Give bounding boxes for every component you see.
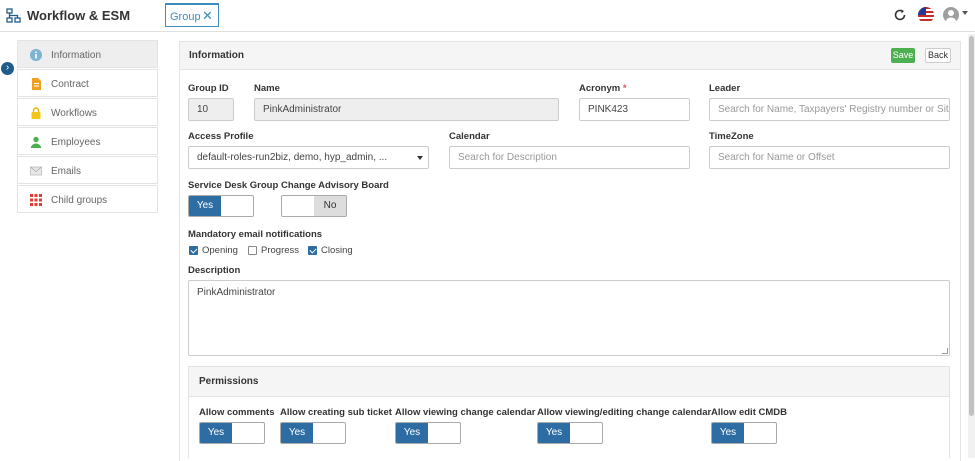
sidebar-item-label: Contract — [51, 79, 89, 90]
toggle-yes: Yes — [281, 423, 313, 443]
envelope-icon — [30, 166, 42, 176]
chevron-down-icon — [417, 156, 423, 160]
sidebar-item-emails[interactable]: Emails — [17, 156, 158, 184]
document-icon — [32, 78, 41, 90]
allow-edit-calendar-toggle[interactable]: Yes — [537, 422, 603, 444]
resize-handle[interactable] — [942, 348, 948, 354]
sidebar-item-information[interactable]: Information — [17, 40, 158, 68]
group-id-label: Group ID — [188, 83, 229, 94]
name-label: Name — [254, 83, 280, 94]
top-bar: Workflow & ESM Group ✕ — [0, 0, 975, 32]
description-textarea[interactable]: PinkAdministrator — [188, 280, 950, 356]
info-icon — [30, 49, 42, 61]
access-profile-label: Access Profile — [188, 131, 254, 142]
sidebar-item-label: Employees — [51, 137, 101, 148]
required-marker: * — [622, 83, 627, 94]
sidebar-item-employees[interactable]: Employees — [17, 127, 158, 155]
sidebar-item-label: Workflows — [51, 108, 97, 119]
save-button[interactable]: Save — [891, 48, 915, 63]
permissions-header: Permissions — [189, 367, 949, 397]
description-label: Description — [188, 265, 241, 276]
refresh-icon[interactable] — [893, 8, 907, 22]
progress-label: Progress — [261, 245, 300, 256]
toggle-no: No — [314, 196, 346, 216]
grid-icon — [30, 194, 42, 206]
allow-sub-ticket-toggle[interactable]: Yes — [280, 422, 346, 444]
mandatory-notifications-label: Mandatory email notifications — [188, 229, 323, 240]
cab-label: Change Advisory Board — [281, 180, 389, 191]
service-desk-label: Service Desk Group — [188, 180, 279, 191]
scrollbar-thumb[interactable] — [969, 36, 974, 416]
allow-comments-label: Allow comments — [199, 407, 275, 418]
allow-sub-ticket-label: Allow creating sub ticket — [280, 407, 392, 418]
sidebar-item-label: Emails — [51, 166, 82, 177]
close-icon[interactable]: ✕ — [202, 8, 213, 24]
permissions-title: Permissions — [199, 376, 259, 387]
tab-label[interactable]: Group — [170, 11, 201, 23]
leader-search-input[interactable]: Search for Name, Taxpayers' Registry num… — [709, 98, 950, 121]
scrollbar[interactable] — [968, 34, 975, 458]
toggle-yes: Yes — [538, 423, 570, 443]
acronym-input[interactable]: PINK423 — [579, 98, 690, 121]
toggle-yes: Yes — [200, 423, 232, 443]
allow-edit-cmdb-toggle[interactable]: Yes — [711, 422, 777, 444]
closing-checkbox[interactable] — [308, 246, 317, 255]
tab-group[interactable]: Group ✕ — [165, 3, 219, 27]
user-icon — [946, 10, 956, 23]
panel-header: Information Save Back — [180, 42, 960, 70]
workflow-icon — [6, 8, 21, 23]
sidebar-toggle-button[interactable]: › — [1, 62, 14, 75]
allow-edit-cmdb-label: Allow edit CMDB — [711, 407, 787, 418]
name-field: PinkAdministrator — [254, 98, 559, 121]
allow-edit-calendar-label: Allow viewing/editing change calendar — [537, 407, 712, 418]
allow-view-calendar-label: Allow viewing change calendar — [395, 407, 536, 418]
group-id-field: 10 — [188, 98, 234, 121]
cab-toggle[interactable]: No — [281, 195, 347, 217]
sidebar-item-child-groups[interactable]: Child groups — [17, 185, 158, 213]
timezone-search-input[interactable]: Search for Name or Offset — [709, 146, 950, 169]
allow-comments-toggle[interactable]: Yes — [199, 422, 265, 444]
allow-view-calendar-toggle[interactable]: Yes — [395, 422, 461, 444]
description-text: PinkAdministrator — [197, 287, 276, 298]
timezone-label: TimeZone — [709, 131, 754, 142]
panel-title: Information — [189, 50, 244, 61]
sidebar: Information Contract Workflows Employees… — [17, 40, 158, 214]
calendar-search-input[interactable]: Search for Description — [449, 146, 690, 169]
toggle-yes: Yes — [189, 196, 221, 216]
opening-label: Opening — [202, 245, 238, 256]
sidebar-item-contract[interactable]: Contract — [17, 69, 158, 97]
access-profile-value: default-roles-run2biz, demo, hyp_admin, … — [197, 152, 388, 163]
service-desk-toggle[interactable]: Yes — [188, 195, 254, 217]
app-title: Workflow & ESM — [27, 8, 131, 23]
caret-icon[interactable] — [962, 11, 968, 15]
progress-checkbox[interactable] — [248, 246, 257, 255]
back-button[interactable]: Back — [925, 48, 951, 63]
toggle-yes: Yes — [396, 423, 428, 443]
person-icon — [30, 136, 42, 148]
lock-icon — [31, 107, 41, 119]
calendar-label: Calendar — [449, 131, 490, 142]
sidebar-item-workflows[interactable]: Workflows — [17, 98, 158, 126]
access-profile-select[interactable]: default-roles-run2biz, demo, hyp_admin, … — [188, 146, 429, 169]
sidebar-item-label: Child groups — [51, 195, 108, 206]
us-flag-icon[interactable] — [918, 7, 934, 23]
leader-label: Leader — [709, 83, 741, 94]
sidebar-item-label: Information — [51, 50, 102, 61]
closing-label: Closing — [321, 245, 353, 256]
opening-checkbox[interactable] — [189, 246, 198, 255]
toggle-yes: Yes — [712, 423, 744, 443]
acronym-label: Acronym * — [579, 83, 627, 94]
avatar[interactable] — [943, 7, 959, 23]
